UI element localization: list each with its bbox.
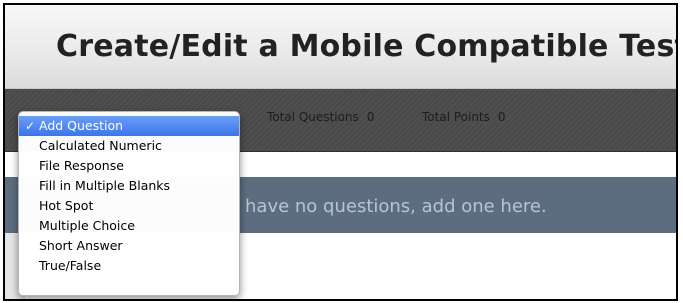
menu-item-multiple-choice[interactable]: Multiple Choice xyxy=(19,216,239,236)
menu-item-fill-in-multiple-blanks[interactable]: Fill in Multiple Blanks xyxy=(19,176,239,196)
menu-item-add-question[interactable]: ✓ Add Question xyxy=(19,116,239,136)
menu-item-file-response[interactable]: File Response xyxy=(19,156,239,176)
menu-item-label: Multiple Choice xyxy=(39,218,135,233)
total-questions-value: 0 xyxy=(366,110,375,124)
menu-item-label: Short Answer xyxy=(39,238,123,253)
menu-item-label: True/False xyxy=(39,258,102,273)
menu-item-label: Add Question xyxy=(39,118,124,133)
window-frame: Create/Edit a Mobile Compatible Test Tot… xyxy=(3,3,678,301)
menu-item-true-false[interactable]: True/False xyxy=(19,256,239,276)
empty-questions-message[interactable]: have no questions, add one here. xyxy=(245,196,547,217)
menu-item-hot-spot[interactable]: Hot Spot xyxy=(19,196,239,216)
checkmark-icon: ✓ xyxy=(25,119,36,133)
menu-item-short-answer[interactable]: Short Answer xyxy=(19,236,239,256)
header-bar: Create/Edit a Mobile Compatible Test xyxy=(5,5,676,89)
total-questions-stat: Total Questions 0 xyxy=(267,110,374,124)
menu-item-label: File Response xyxy=(39,158,124,173)
page-title: Create/Edit a Mobile Compatible Test xyxy=(56,29,678,64)
total-points-stat: Total Points 0 xyxy=(422,110,506,124)
menu-item-calculated-numeric[interactable]: Calculated Numeric xyxy=(19,136,239,156)
total-questions-label: Total Questions xyxy=(267,110,359,124)
menu-item-label: Fill in Multiple Blanks xyxy=(39,178,171,193)
total-points-label: Total Points xyxy=(422,110,490,124)
page: Create/Edit a Mobile Compatible Test Tot… xyxy=(0,0,683,303)
menu-item-label: Calculated Numeric xyxy=(39,138,162,153)
add-question-dropdown[interactable]: ✓ Add Question Calculated Numeric File R… xyxy=(18,111,240,296)
menu-item-label: Hot Spot xyxy=(39,198,94,213)
total-points-value: 0 xyxy=(497,110,506,124)
